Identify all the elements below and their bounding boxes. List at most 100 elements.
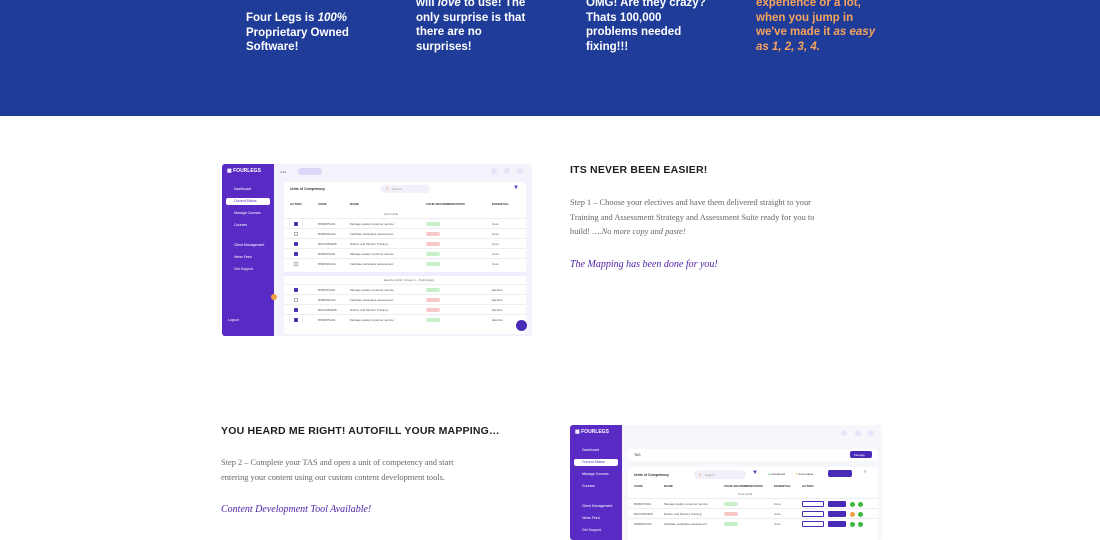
group-label: Core Units: [384, 212, 399, 216]
hero-text: when you jump in: [756, 11, 854, 24]
hero-text: experience or a lot,: [756, 0, 861, 9]
bell-icon: [504, 168, 510, 174]
units-panel: Units of Competency ⚲ Search ▼ ● Complet…: [628, 467, 878, 540]
column-header: COHE RECOMMENDATION: [426, 202, 465, 206]
essential-cell: Elective: [492, 308, 503, 312]
hero-text-emphasis: as easy: [833, 26, 876, 38]
status-badge: [426, 251, 440, 256]
search-icon: ⚲: [699, 472, 702, 477]
search-placeholder: Search: [705, 472, 715, 477]
hero-text: surprises!: [416, 40, 472, 53]
status-badge: [426, 287, 440, 292]
code-cell: BSBOPS401: [318, 318, 336, 322]
table-row: BSBOPS401 Manage quality customer service…: [284, 248, 526, 258]
status-check-icon: [850, 511, 855, 517]
app-sidebar: ▦ FOURLEGS Dashboard Current Status Manage…: [222, 164, 274, 336]
row-checkbox: [294, 262, 298, 266]
row-checkbox: [294, 288, 298, 292]
row-checkbox: [294, 298, 298, 302]
name-cell: Manage quality customer service: [350, 288, 394, 292]
legend-completed: ● Completed: [768, 472, 786, 476]
sidebar-item: Get Support: [234, 267, 253, 271]
hero-text: will: [416, 0, 438, 9]
tas-bar: TAS Manage: [628, 449, 878, 461]
code-cell: BSCOMM408: [634, 512, 653, 516]
table-row: BSCOMM408 Deliver and Monitor Training Cor…: [284, 238, 526, 248]
column-header: ACTION: [290, 202, 302, 206]
code-cell: BSBOPS401: [318, 252, 336, 256]
essential-cell: Core: [774, 502, 781, 506]
hero-text: we've made it: [756, 26, 834, 38]
status-badge: [724, 521, 738, 526]
name-cell: Facilitate workplace assessment: [664, 522, 708, 526]
name-cell: Manage quality customer service: [350, 318, 394, 322]
status-badge: [426, 231, 440, 236]
units-panel: Units of Competency ⚲ Search ▼ ACTION COD…: [284, 182, 526, 334]
user-icon: [517, 168, 523, 174]
settings-icon: [841, 430, 847, 436]
search-input: ⚲ Search: [380, 185, 430, 193]
sidebar-item: Current Status: [574, 459, 618, 466]
group-label: Core Units: [738, 492, 753, 496]
step2-text: Step 2 – Complete your TAS and open a un…: [221, 456, 541, 485]
name-cell: Deliver and Monitor Training: [350, 242, 388, 246]
row-action-outline-button: [802, 521, 824, 527]
top-filter-chip: [298, 168, 322, 175]
step1-text-line: Step 1 – Choose your electives and have …: [570, 198, 811, 207]
panel-title: Units of Competency: [290, 187, 326, 191]
sidebar-item: Client Management: [582, 504, 613, 508]
column-header: ACTION: [802, 484, 814, 488]
row-checkbox: [294, 308, 298, 312]
name-cell: Facilitate workplace assessment: [350, 298, 394, 302]
row-action-outline-button: [802, 501, 824, 507]
chevron-right-icon: ›: [864, 469, 866, 475]
step1-text-line: build!: [570, 227, 593, 236]
step1-text-line: Training and Assessment Strategy and Ass…: [570, 212, 815, 222]
hero-text: Thats 100,000: [586, 11, 662, 24]
hero-text: Software!: [246, 41, 299, 53]
essential-cell: Core: [774, 512, 781, 516]
sidebar-item: Get Support: [582, 528, 601, 532]
row-checkbox: [294, 232, 298, 236]
hero-band: Four Legs is 100% Proprietary Owned Soft…: [0, 0, 1100, 116]
row-manage-button: [828, 521, 846, 527]
essential-cell: Core: [492, 262, 499, 266]
filter-icon: ▼: [513, 185, 519, 191]
column-header: NAME: [664, 484, 673, 488]
hero-text: OMG! Are they crazy?: [586, 0, 706, 9]
manage-button: [828, 470, 852, 477]
sidebar-item: News Feed: [234, 255, 252, 259]
step1-text: Step 1 – Choose your electives and have …: [570, 196, 890, 240]
app-sidebar: ▦ FOURLEGS Dashboard Current Status Manage…: [570, 425, 622, 540]
app-logo: ▦ FOURLEGS: [575, 429, 609, 435]
hero-text-emphasis: as 1, 2, 3, 4.: [756, 40, 820, 53]
code-cell: BSBWHS411: [634, 522, 652, 526]
row-manage-button: [828, 511, 846, 517]
essential-cell: Core: [774, 522, 781, 526]
status-badge: [426, 221, 440, 226]
sidebar-item: Dashboard: [582, 448, 600, 452]
essential-cell: Core: [492, 232, 499, 236]
search-icon: ⚲: [386, 187, 389, 191]
status-check-icon: [850, 501, 855, 507]
name-cell: Deliver and Monitor Training: [664, 512, 702, 516]
status-badge: [426, 317, 440, 322]
step2-text-line: entering your content using our custom c…: [221, 472, 445, 482]
table-row: BSBOPS401 Manage quality customer service…: [628, 498, 878, 508]
status-check-icon: [850, 521, 855, 527]
code-cell: BSBWHS411: [318, 232, 336, 236]
hero-text: to use! The: [460, 0, 526, 9]
table-header: ACTION CODE NAME COHE RECOMMENDATION ESSENTI…: [284, 200, 526, 208]
column-header: CODE: [318, 202, 327, 206]
hero-column-surprises: will love to use! The only surprise is t…: [416, 0, 566, 54]
table-row: BSCOMM408 Deliver and Monitor Training Cor…: [628, 508, 878, 518]
search-placeholder: Search: [392, 187, 402, 191]
column-header: ESSENTIAL: [492, 202, 509, 206]
step1-title: ITS NEVER BEEN EASIER!: [570, 164, 708, 176]
sidebar-item: News Feed: [582, 516, 600, 520]
column-header: CODE: [634, 484, 643, 488]
hero-text: Four Legs is: [246, 12, 318, 24]
sidebar-item: Client Management: [234, 243, 265, 247]
status-badge: [426, 307, 440, 312]
column-header: NAME: [350, 202, 359, 206]
